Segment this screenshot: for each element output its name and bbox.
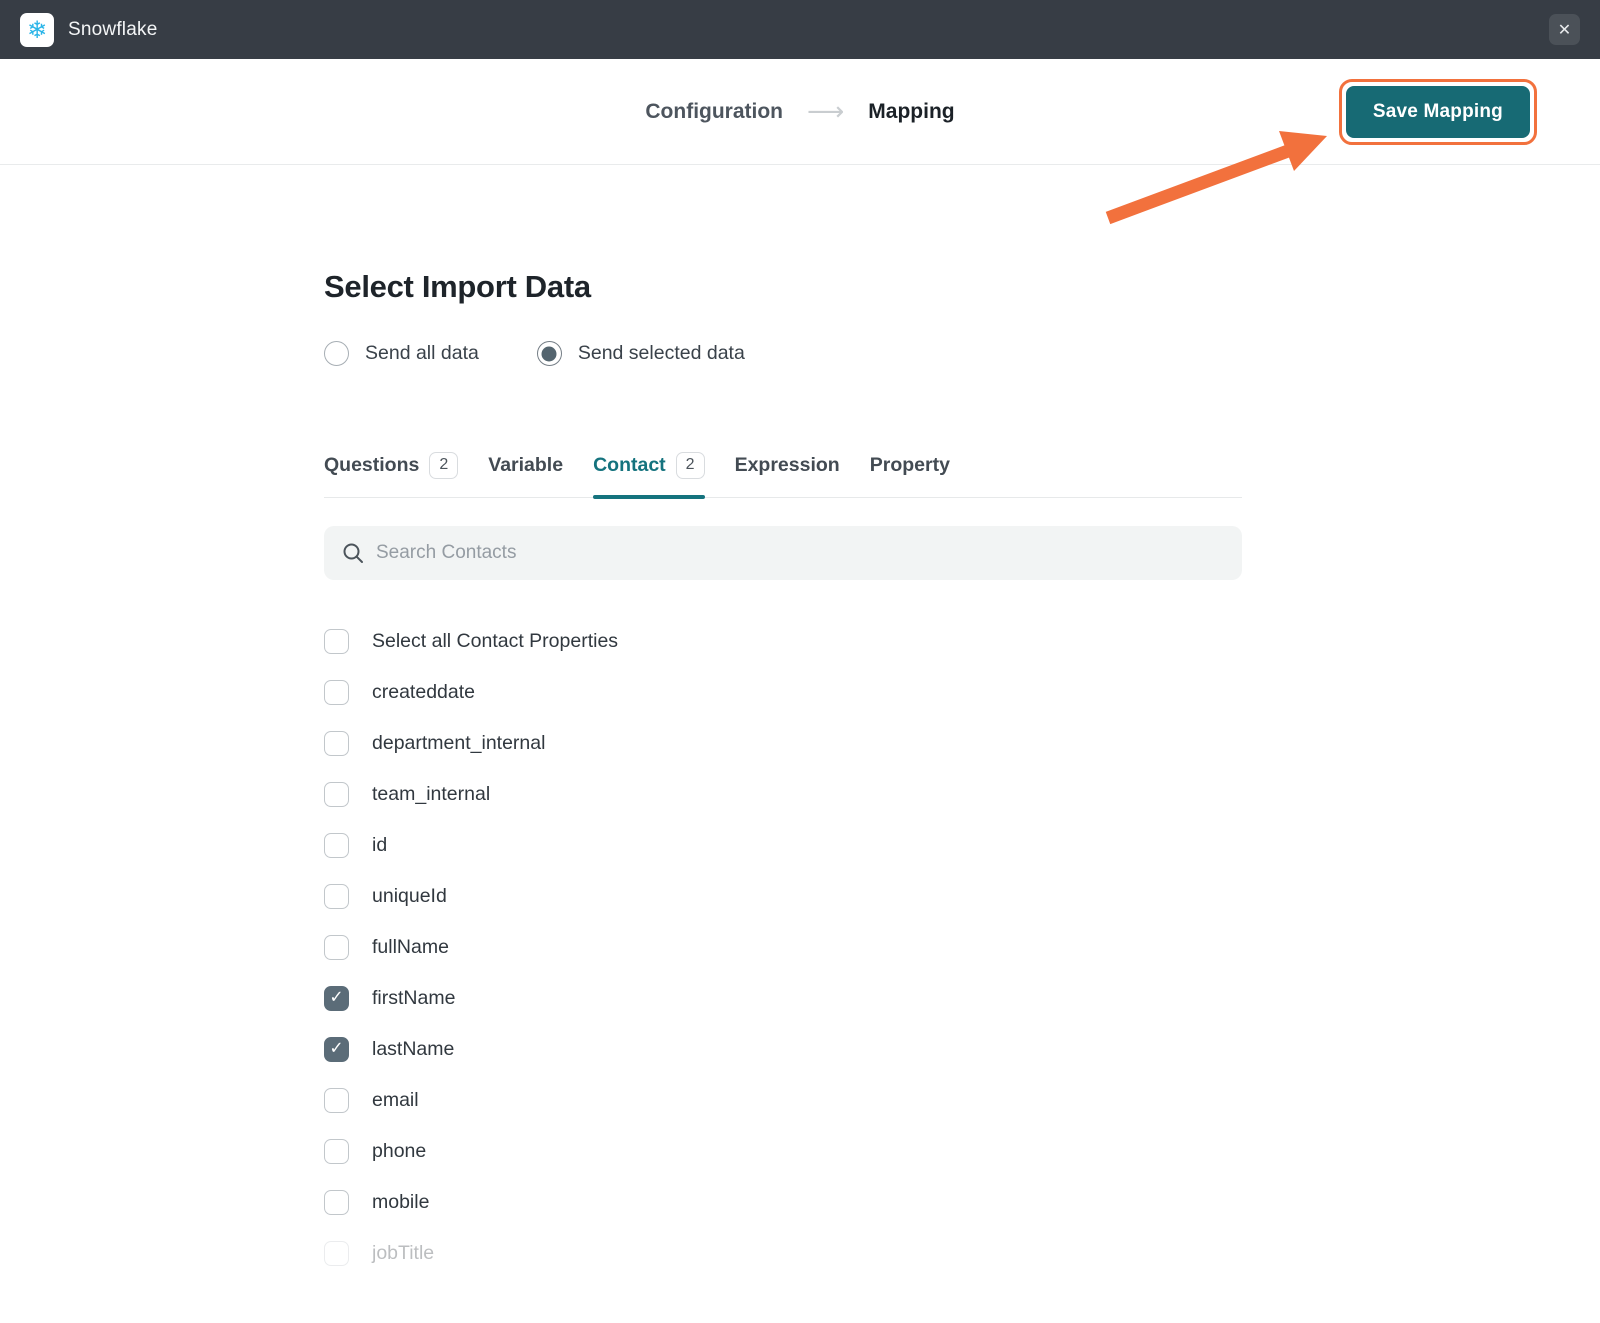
title-bar: ❄ Snowflake ✕ [0,0,1600,59]
property-label: id [372,834,387,857]
checkbox-icon[interactable] [324,1190,349,1215]
tab-label: Variable [488,454,563,477]
save-mapping-highlight: Save Mapping [1339,79,1537,145]
property-label: phone [372,1140,426,1163]
radio-circle-icon[interactable] [324,341,349,366]
checkbox-checked-icon[interactable] [324,986,349,1011]
checkbox-icon[interactable] [324,1139,349,1164]
property-row-jobtitle[interactable]: jobTitle [324,1228,1242,1279]
step-mapping: Mapping [868,100,954,124]
property-label: team_internal [372,783,490,806]
tab-count-badge: 2 [429,452,458,479]
radio-label: Send selected data [578,342,745,365]
property-row-mobile[interactable]: mobile [324,1177,1242,1228]
property-row-lastname[interactable]: lastName [324,1024,1242,1075]
snowflake-icon: ❄ [27,18,47,42]
radio-label: Send all data [365,342,479,365]
step-configuration[interactable]: Configuration [645,100,783,124]
tabs: Questions 2 Variable Contact 2 Expression Prop… [324,452,1242,498]
tab-expression[interactable]: Expression [735,454,840,495]
checkbox-icon[interactable] [324,782,349,807]
radio-send-all-data[interactable]: Send all data [324,341,479,366]
property-row-select-all-contact-properties[interactable]: Select all Contact Properties [324,616,1242,667]
close-icon: ✕ [1558,20,1571,40]
checkbox-icon[interactable] [324,731,349,756]
property-row-department-internal[interactable]: department_internal [324,718,1242,769]
checkbox-icon[interactable] [324,833,349,858]
close-button[interactable]: ✕ [1549,14,1580,45]
page-title: Select Import Data [324,269,1242,305]
contact-properties-list: Select all Contact Properties createddate… [324,616,1242,1279]
tab-questions[interactable]: Questions 2 [324,452,458,497]
checkbox-icon[interactable] [324,1241,349,1266]
tab-count-badge: 2 [676,452,705,479]
arrow-right-icon: ⟶ [807,99,844,125]
breadcrumb: Configuration ⟶ Mapping [645,99,954,125]
tab-label: Property [870,454,950,477]
checkbox-icon[interactable] [324,935,349,960]
property-row-phone[interactable]: phone [324,1126,1242,1177]
search-input[interactable] [376,542,1224,564]
property-row-fullname[interactable]: fullName [324,922,1242,973]
checkbox-checked-icon[interactable] [324,1037,349,1062]
wizard-header: Configuration ⟶ Mapping Save Mapping [0,59,1600,165]
radio-send-selected-data[interactable]: Send selected data [537,341,745,366]
checkbox-icon[interactable] [324,629,349,654]
tab-variable[interactable]: Variable [488,454,563,495]
property-label: firstName [372,987,455,1010]
tab-label: Expression [735,454,840,477]
tab-property[interactable]: Property [870,454,950,495]
property-row-team-internal[interactable]: team_internal [324,769,1242,820]
app-title: Snowflake [68,19,157,41]
tab-label: Contact [593,454,666,477]
property-label: department_internal [372,732,545,755]
property-label: jobTitle [372,1242,434,1265]
property-label: createddate [372,681,475,704]
property-label: Select all Contact Properties [372,630,618,653]
checkbox-icon[interactable] [324,1088,349,1113]
property-label: mobile [372,1191,429,1214]
property-label: lastName [372,1038,454,1061]
checkbox-icon[interactable] [324,680,349,705]
send-mode-radio-group: Send all data Send selected data [324,341,1242,366]
main-content: Select Import Data Send all data Send sel… [324,165,1242,1279]
property-row-createddate[interactable]: createddate [324,667,1242,718]
checkbox-icon[interactable] [324,884,349,909]
property-label: uniqueId [372,885,447,908]
radio-circle-icon[interactable] [537,341,562,366]
snowflake-logo: ❄ [20,13,54,47]
property-row-firstname[interactable]: firstName [324,973,1242,1024]
search-box[interactable] [324,526,1242,580]
property-row-uniqueid[interactable]: uniqueId [324,871,1242,922]
property-label: email [372,1089,419,1112]
save-mapping-button[interactable]: Save Mapping [1346,86,1530,138]
property-label: fullName [372,936,449,959]
property-row-id[interactable]: id [324,820,1242,871]
tab-label: Questions [324,454,419,477]
tab-contact[interactable]: Contact 2 [593,452,705,497]
search-icon [342,542,364,564]
property-row-email[interactable]: email [324,1075,1242,1126]
